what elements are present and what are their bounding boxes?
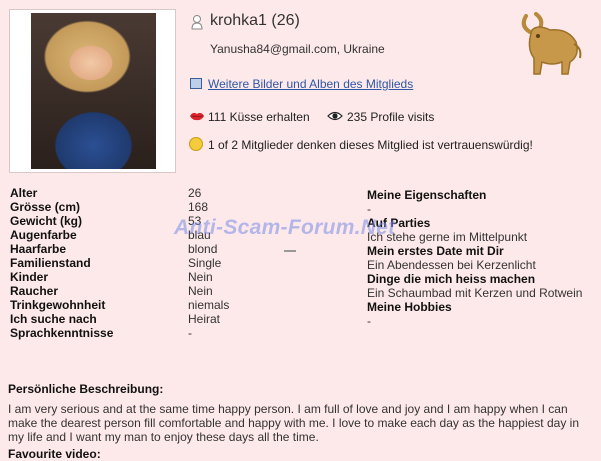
detail-label: Familienstand xyxy=(10,256,91,270)
detail-value: 168 xyxy=(188,200,209,214)
description-body: I am very serious and at the same time h… xyxy=(8,402,579,444)
detail-value: 26 xyxy=(188,186,202,200)
lips-icon xyxy=(190,112,204,121)
hobbies-text: - xyxy=(367,314,371,328)
smiley-icon xyxy=(189,137,203,151)
detail-label: Sprachkenntnisse xyxy=(10,326,114,340)
trust-rating: 1 of 2 Mitglieder denken dieses Mitglied… xyxy=(208,138,533,152)
detail-label: Trinkgewohnheit xyxy=(10,298,106,312)
user-icon xyxy=(191,15,203,30)
detail-label: Grösse (cm) xyxy=(10,200,81,214)
detail-label: Haarfarbe xyxy=(10,242,67,256)
email-location: Yanusha84@gmail.com, Ukraine xyxy=(210,42,385,56)
member-gallery-link[interactable]: Weitere Bilder und Alben des Mitglieds xyxy=(208,77,413,91)
detail-label: Kinder xyxy=(10,270,49,284)
hobbies-heading: Meine Hobbies xyxy=(367,300,452,314)
detail-value: - xyxy=(188,326,192,340)
detail-label: Augenfarbe xyxy=(10,228,77,242)
favourite-video-title: Favourite video: xyxy=(8,447,101,461)
first-date-text: Ein Abendessen bei Kerzenlicht xyxy=(367,258,536,272)
characteristics-heading: Meine Eigenschaften xyxy=(367,188,487,202)
detail-label: Raucher xyxy=(10,284,59,298)
taurus-zodiac-icon xyxy=(521,12,582,75)
detail-label: Alter xyxy=(10,186,38,200)
profile-photo[interactable] xyxy=(31,13,156,169)
detail-label: Gewicht (kg) xyxy=(10,214,83,228)
kisses-count: 111 Küsse erhalten xyxy=(208,110,310,124)
detail-label: Ich suche nach xyxy=(10,312,97,326)
detail-value: Nein xyxy=(188,270,213,284)
detail-value: Nein xyxy=(188,284,213,298)
description-title: Persönliche Beschreibung: xyxy=(8,382,164,396)
first-date-heading: Mein erstes Date mit Dir xyxy=(367,244,504,258)
detail-value: Single xyxy=(188,256,222,270)
turn-ons-heading: Dinge die mich heiss machen xyxy=(367,272,536,286)
characteristics-text: - xyxy=(367,202,371,216)
detail-value: Heirat xyxy=(188,312,221,326)
eye-icon xyxy=(327,111,343,121)
detail-value: blond xyxy=(188,242,218,256)
divider xyxy=(284,250,296,252)
watermark: Anti-Scam-Forum.Net xyxy=(174,216,396,239)
username: krohka1 (26) xyxy=(210,12,300,29)
profile-photo-frame xyxy=(9,9,176,173)
profile-visits: 235 Profile visits xyxy=(347,110,435,124)
detail-value: niemals xyxy=(188,298,230,312)
gallery-icon xyxy=(190,78,202,89)
turn-ons-text: Ein Schaumbad mit Kerzen und Rotwein xyxy=(367,286,583,300)
